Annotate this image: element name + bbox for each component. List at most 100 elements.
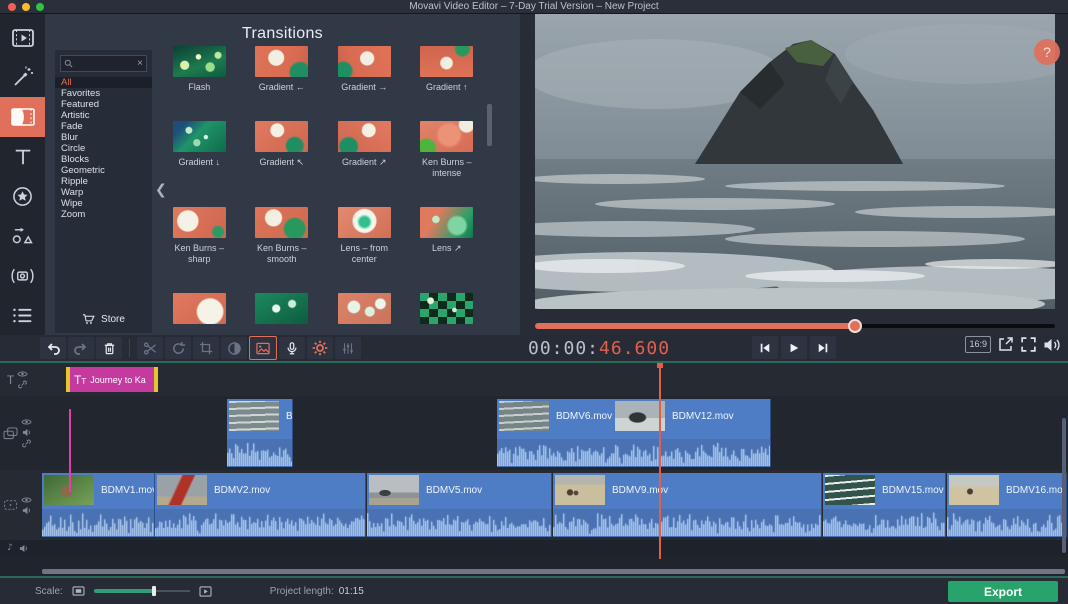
clip-bdmv15-mov[interactable]: BDMV15.mov [823,473,946,537]
category-zoom[interactable]: Zoom [55,209,152,220]
crop-button[interactable] [193,337,219,359]
close-window-button[interactable] [8,3,16,11]
aspect-ratio-button[interactable]: 16:9 [965,336,991,353]
sidebar-item-media[interactable] [0,18,45,58]
record-voice-button[interactable] [279,337,305,359]
fullscreen-icon[interactable] [1020,336,1037,353]
transition-item[interactable] [335,293,393,329]
horizontal-scrollbar[interactable] [42,569,1065,574]
sidebar-item-motion-tools[interactable] [0,256,45,296]
timecode-display: 00:00:46.600 [528,338,670,359]
category-ripple[interactable]: Ripple [55,176,152,187]
clip-thumbnail [825,475,875,505]
category-circle[interactable]: Circle [55,143,152,154]
clear-search-icon[interactable]: × [137,58,143,69]
sidebar-item-stickers[interactable] [0,177,45,217]
video-track-body[interactable]: BDMV1.mov BDMV2.mov BDMV5.mov BDMV9.mov BDMV… [35,470,1068,540]
speaker-icon[interactable] [22,506,31,515]
export-button[interactable]: Export [948,581,1058,602]
clip-bdmv9-mov[interactable]: BDMV9.mov [553,473,822,537]
store-button[interactable]: Store [55,313,152,325]
search-input[interactable] [73,57,138,70]
redo-button[interactable] [68,337,94,359]
transition-item[interactable]: Ken Burns – sharp [170,207,228,265]
transition-item[interactable] [253,293,311,329]
undo-button[interactable] [40,337,66,359]
color-adjustments-button[interactable] [221,337,247,359]
transition-item[interactable]: Flash [170,46,228,93]
overlay-track-body[interactable]: BI BDMV6.mov BDMV12.mov [35,396,1068,470]
clip-bdmv5-mov[interactable]: BDMV5.mov [367,473,552,537]
category-geometric[interactable]: Geometric [55,165,152,176]
vertical-scrollbar[interactable] [1062,418,1066,553]
zoom-out-frames-icon[interactable] [72,586,85,596]
eye-icon[interactable] [17,370,28,378]
category-featured[interactable]: Featured [55,99,152,110]
rotate-button[interactable] [165,337,191,359]
zoom-in-frames-icon[interactable] [199,585,212,597]
clip-bdmv6-mov[interactable]: BDMV6.mov [497,399,614,467]
category-wipe[interactable]: Wipe [55,198,152,209]
category-blocks[interactable]: Blocks [55,154,152,165]
zoom-window-button[interactable] [36,3,44,11]
audio-track-body[interactable] [35,540,1068,556]
grid-scrollbar[interactable] [487,104,492,146]
sidebar-item-filters[interactable] [0,58,45,98]
eye-icon[interactable] [21,418,32,426]
category-all[interactable]: All [55,77,152,88]
transition-item[interactable]: Gradient ↑ [418,46,476,93]
link-icon[interactable] [18,380,27,389]
speaker-icon[interactable] [22,428,31,437]
title-track-body[interactable]: TT Journey to Ka [35,363,1068,396]
audio-levels-button[interactable] [335,337,361,359]
sidebar-item-transitions[interactable] [0,97,45,137]
transition-item[interactable]: Gradient ← [253,46,311,93]
transition-item[interactable]: Gradient ↖ [253,121,311,179]
transition-item[interactable]: Ken Burns – intense [418,121,476,179]
clip-bdmv2-mov[interactable]: BDMV2.mov [155,473,366,537]
overlay-track-icon [3,426,18,440]
category-warp[interactable]: Warp [55,187,152,198]
category-artistic[interactable]: Artistic [55,110,152,121]
delete-button[interactable] [96,337,122,359]
search-box[interactable]: × [60,55,147,72]
category-favorites[interactable]: Favorites [55,88,152,99]
seek-bar[interactable] [535,319,1055,333]
clip-bdmv12-mov[interactable]: BDMV12.mov [613,399,771,467]
speaker-icon[interactable] [19,544,28,553]
category-fade[interactable]: Fade [55,121,152,132]
eye-icon[interactable] [21,496,32,504]
clip-properties-button[interactable] [307,337,333,359]
minimize-window-button[interactable] [22,3,30,11]
help-button[interactable]: ? [1034,39,1060,65]
detach-player-icon[interactable] [997,336,1014,353]
playhead[interactable] [657,363,664,559]
sidebar-item-callouts[interactable] [0,216,45,256]
transition-item[interactable] [418,293,476,329]
link-icon[interactable] [22,439,31,448]
scale-slider-handle[interactable] [151,586,156,596]
clip-bi[interactable]: BI [227,399,293,467]
clip-bdmv1-mov[interactable]: BDMV1.mov [42,473,155,537]
transition-item[interactable]: Gradient ↓ [170,121,228,179]
scale-slider[interactable] [93,586,190,596]
previous-frame-button[interactable] [752,336,778,359]
category-blur[interactable]: Blur [55,132,152,143]
transition-item[interactable]: Lens ↗ [418,207,476,265]
transition-item[interactable]: Gradient → [335,46,393,93]
transition-item[interactable]: Ken Burns – smooth [253,207,311,265]
play-button[interactable] [781,336,807,359]
next-frame-button[interactable] [810,336,836,359]
image-properties-button[interactable] [249,336,277,360]
clip-bdmv16-mov[interactable]: BDMV16.mov [947,473,1067,537]
title-clip[interactable]: TT Journey to Ka [66,367,158,392]
transition-item[interactable] [170,293,228,329]
transition-thumbnail [420,293,474,324]
transition-item[interactable]: Lens – from center [335,207,393,265]
transition-item[interactable]: Gradient ↗ [335,121,393,179]
split-button[interactable] [137,337,163,359]
volume-icon[interactable] [1043,337,1062,353]
sidebar-item-titles[interactable] [0,137,45,177]
seek-handle[interactable] [847,319,862,333]
sidebar-item-more-tools[interactable] [0,295,45,335]
